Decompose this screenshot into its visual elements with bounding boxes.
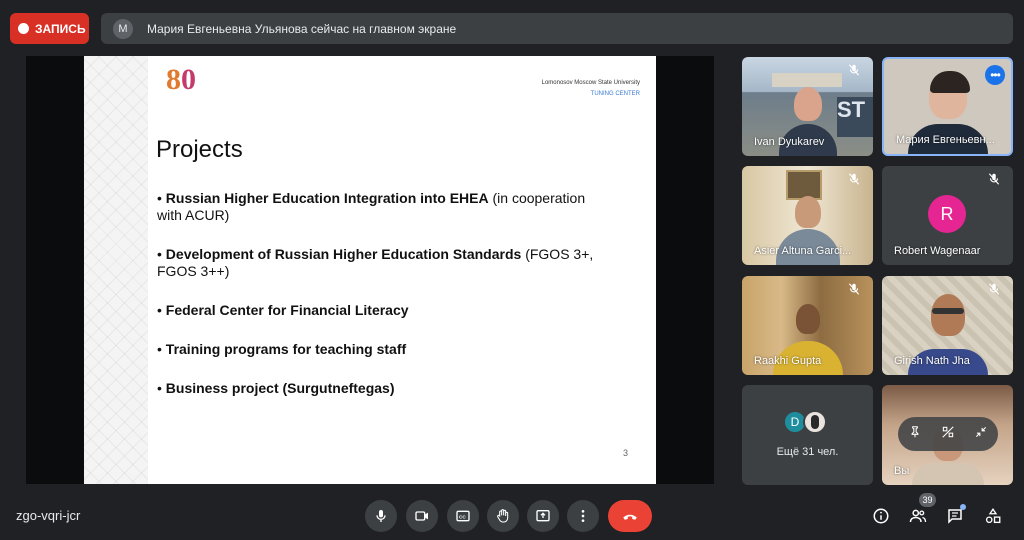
slide-title: Projects <box>156 136 243 163</box>
record-label: ЗАПИСЬ <box>35 21 86 36</box>
muted-mic-icon <box>847 172 865 190</box>
leave-call-button[interactable] <box>608 500 652 532</box>
participant-avatar: R <box>928 195 966 233</box>
participant-face <box>793 87 822 121</box>
present-screen-button[interactable] <box>527 500 559 532</box>
participant-tile[interactable]: ST Ivan Dyukarev <box>742 57 873 156</box>
participant-face <box>930 294 965 336</box>
slide-bullet: • Development of Russian Higher Educatio… <box>157 246 594 279</box>
muted-mic-icon <box>987 172 1005 190</box>
participant-name: Girish Nath Jha <box>894 355 970 367</box>
slide-pattern <box>84 56 148 484</box>
participant-tile[interactable]: Girish Nath Jha <box>882 276 1013 375</box>
captions-icon: CC <box>456 510 470 522</box>
presenting-text: Мария Евгеньевна Ульянова сейчас на глав… <box>147 21 457 36</box>
svg-text:CC: CC <box>459 514 466 519</box>
camera-button[interactable] <box>406 500 438 532</box>
slide-bullet-bold: Development of Russian Higher Education … <box>165 246 522 262</box>
msu-80-logo: 80 <box>166 63 196 96</box>
remove-from-grid-icon[interactable] <box>941 425 955 444</box>
muted-mic-icon <box>847 63 865 81</box>
pin-icon[interactable] <box>908 425 922 444</box>
meeting-details-button[interactable] <box>870 505 892 527</box>
self-tile-controls <box>898 417 998 451</box>
meet-window: ЗАПИСЬ М Мария Евгеньевна Ульянова сейча… <box>0 0 1024 540</box>
participant-count-badge: 39 <box>919 493 936 507</box>
meeting-code: zgo-vqri-jcr <box>16 508 81 523</box>
hand-icon <box>497 509 509 523</box>
others-avatars: D <box>783 410 827 434</box>
slide: 80 Lomonosov Moscow State University TUN… <box>84 56 656 484</box>
chat-notification-dot <box>960 504 966 510</box>
camera-icon <box>415 511 428 521</box>
activities-button[interactable] <box>982 505 1004 527</box>
presentation-stage: 80 Lomonosov Moscow State University TUN… <box>26 56 714 484</box>
microphone-button[interactable] <box>365 500 397 532</box>
slide-bullet-bold: Federal Center for Financial Literacy <box>165 302 409 318</box>
slide-bullet-bold: Russian Higher Education Integration int… <box>165 190 489 206</box>
self-body <box>911 463 984 485</box>
microphone-icon <box>376 510 386 522</box>
muted-mic-icon <box>987 282 1005 300</box>
slide-bullet-bold: Business project (Surgutneftegas) <box>165 380 395 396</box>
more-vert-icon <box>581 510 585 522</box>
university-name: Lomonosov Moscow State University <box>541 80 640 86</box>
participant-tile[interactable]: Asier Altuna Garci... <box>742 166 873 265</box>
others-count-label: Ещё 31 чел. <box>776 446 839 458</box>
participant-glasses <box>932 308 964 314</box>
slide-bullets: • Russian Higher Education Integration i… <box>157 190 607 397</box>
tuning-center-label: TUNING CENTER <box>590 91 640 97</box>
self-name: Вы <box>894 465 910 477</box>
activities-icon <box>985 508 1001 524</box>
more-options-button[interactable] <box>567 500 599 532</box>
present-icon <box>536 509 550 522</box>
self-tile[interactable]: Вы <box>882 385 1013 485</box>
info-icon <box>873 508 889 524</box>
participant-face <box>794 196 821 228</box>
minimize-icon[interactable] <box>974 425 988 444</box>
slide-bullet: • Training programs for teaching staff <box>157 341 407 357</box>
hangup-icon <box>623 514 637 520</box>
slide-bullet: • Russian Higher Education Integration i… <box>157 190 586 223</box>
other-avatar-photo <box>803 410 827 434</box>
sign-letters: ST <box>837 97 873 137</box>
building-background <box>772 73 842 87</box>
participant-tile[interactable]: R Robert Wagenaar <box>882 166 1013 265</box>
participant-tile[interactable]: Raakhi Gupta <box>742 276 873 375</box>
participant-tile-speaking[interactable]: ••• Мария Евгеньевн... <box>882 57 1013 156</box>
participant-face <box>795 304 820 334</box>
raise-hand-button[interactable] <box>487 500 519 532</box>
participant-name: Raakhi Gupta <box>754 355 822 367</box>
participant-hair <box>930 71 970 93</box>
slide-bullet: • Business project (Surgutneftegas) <box>157 380 395 396</box>
participant-name: Robert Wagenaar <box>894 245 981 257</box>
others-tile[interactable]: D Ещё 31 чел. <box>742 385 873 485</box>
people-icon <box>909 509 927 523</box>
participant-name: Asier Altuna Garci... <box>754 245 852 257</box>
record-dot-icon <box>18 23 29 34</box>
muted-mic-icon <box>847 282 865 300</box>
captions-button[interactable]: CC <box>447 500 479 532</box>
presenting-banner: М Мария Евгеньевна Ульянова сейчас на гл… <box>101 13 1013 44</box>
more-options-icon[interactable]: ••• <box>985 65 1005 85</box>
participants-button[interactable] <box>907 505 929 527</box>
presenter-avatar: М <box>113 18 133 39</box>
slide-bullet-bold: Training programs for teaching staff <box>165 341 407 357</box>
recording-indicator[interactable]: ЗАПИСЬ <box>10 13 89 44</box>
slide-page-number: 3 <box>622 448 628 458</box>
slide-bullet: • Federal Center for Financial Literacy <box>157 302 409 318</box>
participant-name: Мария Евгеньевн... <box>896 134 995 146</box>
participant-name: Ivan Dyukarev <box>754 136 825 148</box>
